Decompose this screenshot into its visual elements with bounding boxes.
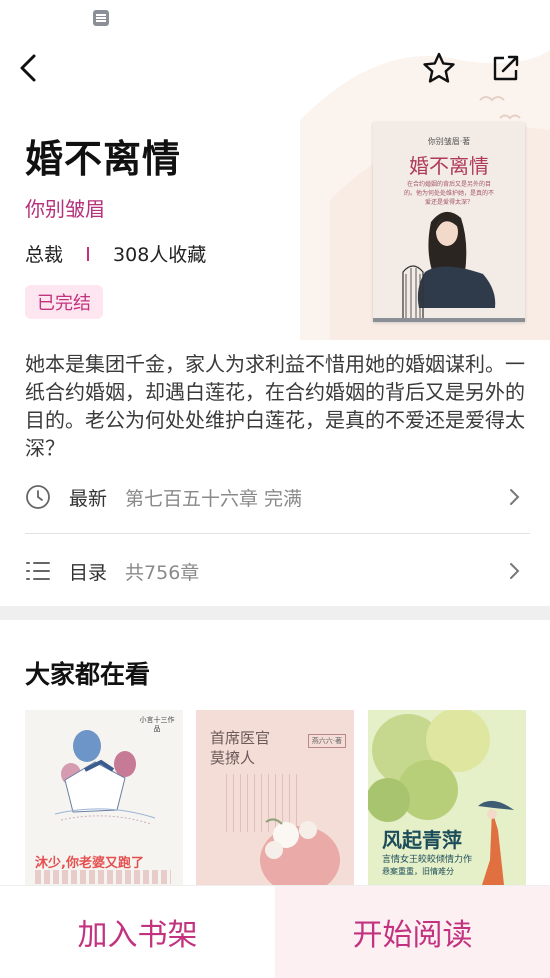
rec-cover-illustration <box>260 818 340 885</box>
book-genre[interactable]: 总裁 <box>25 240 63 267</box>
bottom-action-bar: 加入书架 开始阅读 <box>0 885 550 978</box>
list-icon <box>26 562 50 580</box>
chevron-right-icon <box>510 489 520 505</box>
recommend-title: 大家都在看 <box>25 660 151 689</box>
recommend-book-2[interactable]: 燕六六·著 首席医官莫撩人 <box>196 710 354 885</box>
favorite-button[interactable] <box>419 48 459 88</box>
book-meta: 总裁 308人收藏 <box>25 240 206 267</box>
book-description: 她本是集团千金，家人为求利益不惜用她的婚姻谋利。一纸合约婚姻，却遇白莲花，在合约… <box>25 352 525 460</box>
clock-icon <box>26 485 50 509</box>
row-divider <box>25 533 530 534</box>
toc-label: 目录 <box>69 561 108 584</box>
share-button[interactable] <box>486 48 526 88</box>
latest-chapter-row[interactable]: 最新 第七百五十六章 完满 <box>25 477 530 517</box>
chevron-right-icon <box>510 563 520 579</box>
section-separator <box>0 606 550 620</box>
rec-cover-title: 风起青萍 <box>382 828 462 852</box>
book-title: 婚不离情 <box>25 137 182 181</box>
book-author[interactable]: 你别皱眉 <box>25 193 105 222</box>
recommend-book-1[interactable]: 小言十三作品 沐少,你老婆又跑了 <box>25 710 183 885</box>
toc-value: 共756章 <box>125 561 200 584</box>
book-favorites: 308人收藏 <box>113 244 207 266</box>
start-reading-button[interactable]: 开始阅读 <box>275 886 550 978</box>
add-to-shelf-button[interactable]: 加入书架 <box>0 886 275 978</box>
top-bar <box>0 48 550 88</box>
table-of-contents-row[interactable]: 目录 共756章 <box>25 551 530 591</box>
rec-cover-title: 沐少,你老婆又跑了 <box>35 856 144 871</box>
book-cover: 你别皱眉·著 婚不离情 在合约婚姻的背后又是另外的目的。他为何处处维护她，是真的… <box>373 122 525 322</box>
rec-cover-sub2: 悬案重重，旧情难分 <box>382 867 454 876</box>
star-icon <box>423 52 455 83</box>
meta-divider <box>87 246 90 261</box>
back-button[interactable] <box>8 48 48 88</box>
cover-illustration <box>373 211 525 322</box>
rec-cover-body <box>35 870 171 884</box>
latest-label: 最新 <box>69 487 108 510</box>
share-icon <box>493 55 519 81</box>
notification-icon <box>93 10 109 26</box>
recommend-book-3[interactable]: 风起青萍 言情女王皎皎倾情力作 悬案重重，旧情难分 <box>368 710 526 885</box>
rec-cover-sub: 言情女王皎皎倾情力作 <box>382 855 473 865</box>
latest-value: 第七百五十六章 完满 <box>125 487 303 510</box>
back-icon <box>20 54 36 82</box>
status-badge: 已完结 <box>25 285 103 319</box>
